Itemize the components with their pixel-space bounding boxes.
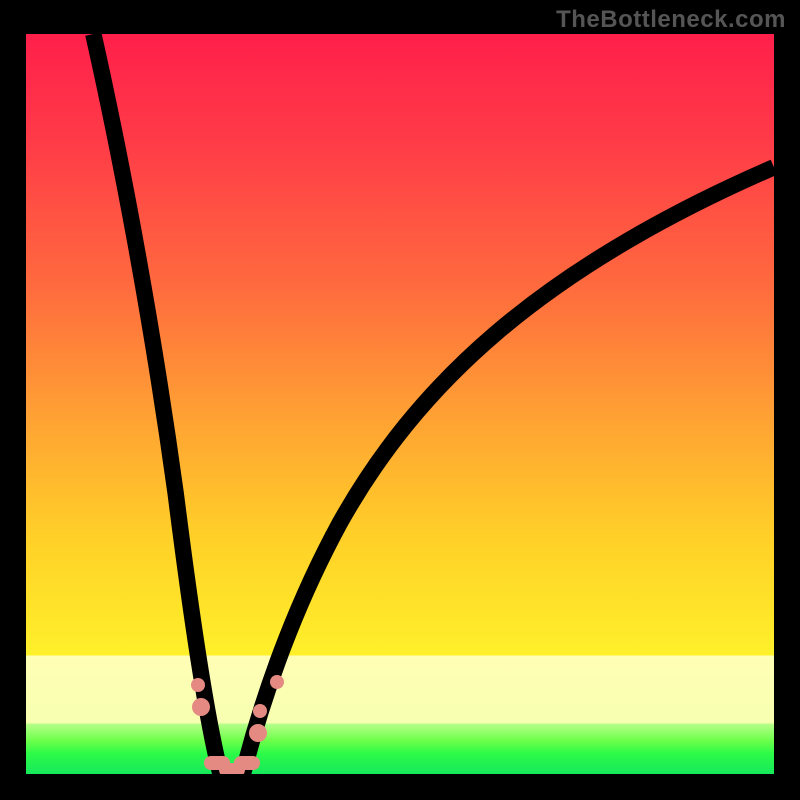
curve-left-branch — [93, 34, 220, 774]
marker-p2 — [192, 698, 210, 716]
marker-p5 — [234, 756, 260, 770]
marker-p7 — [253, 704, 267, 718]
watermark-text: TheBottleneck.com — [556, 6, 786, 34]
bottleneck-curve — [26, 34, 774, 774]
marker-p8 — [270, 675, 284, 689]
chart-frame: TheBottleneck.com — [0, 0, 800, 800]
plot-area — [26, 34, 774, 774]
marker-p6 — [249, 724, 267, 742]
marker-p1 — [191, 678, 205, 692]
curve-right-branch — [243, 167, 774, 774]
